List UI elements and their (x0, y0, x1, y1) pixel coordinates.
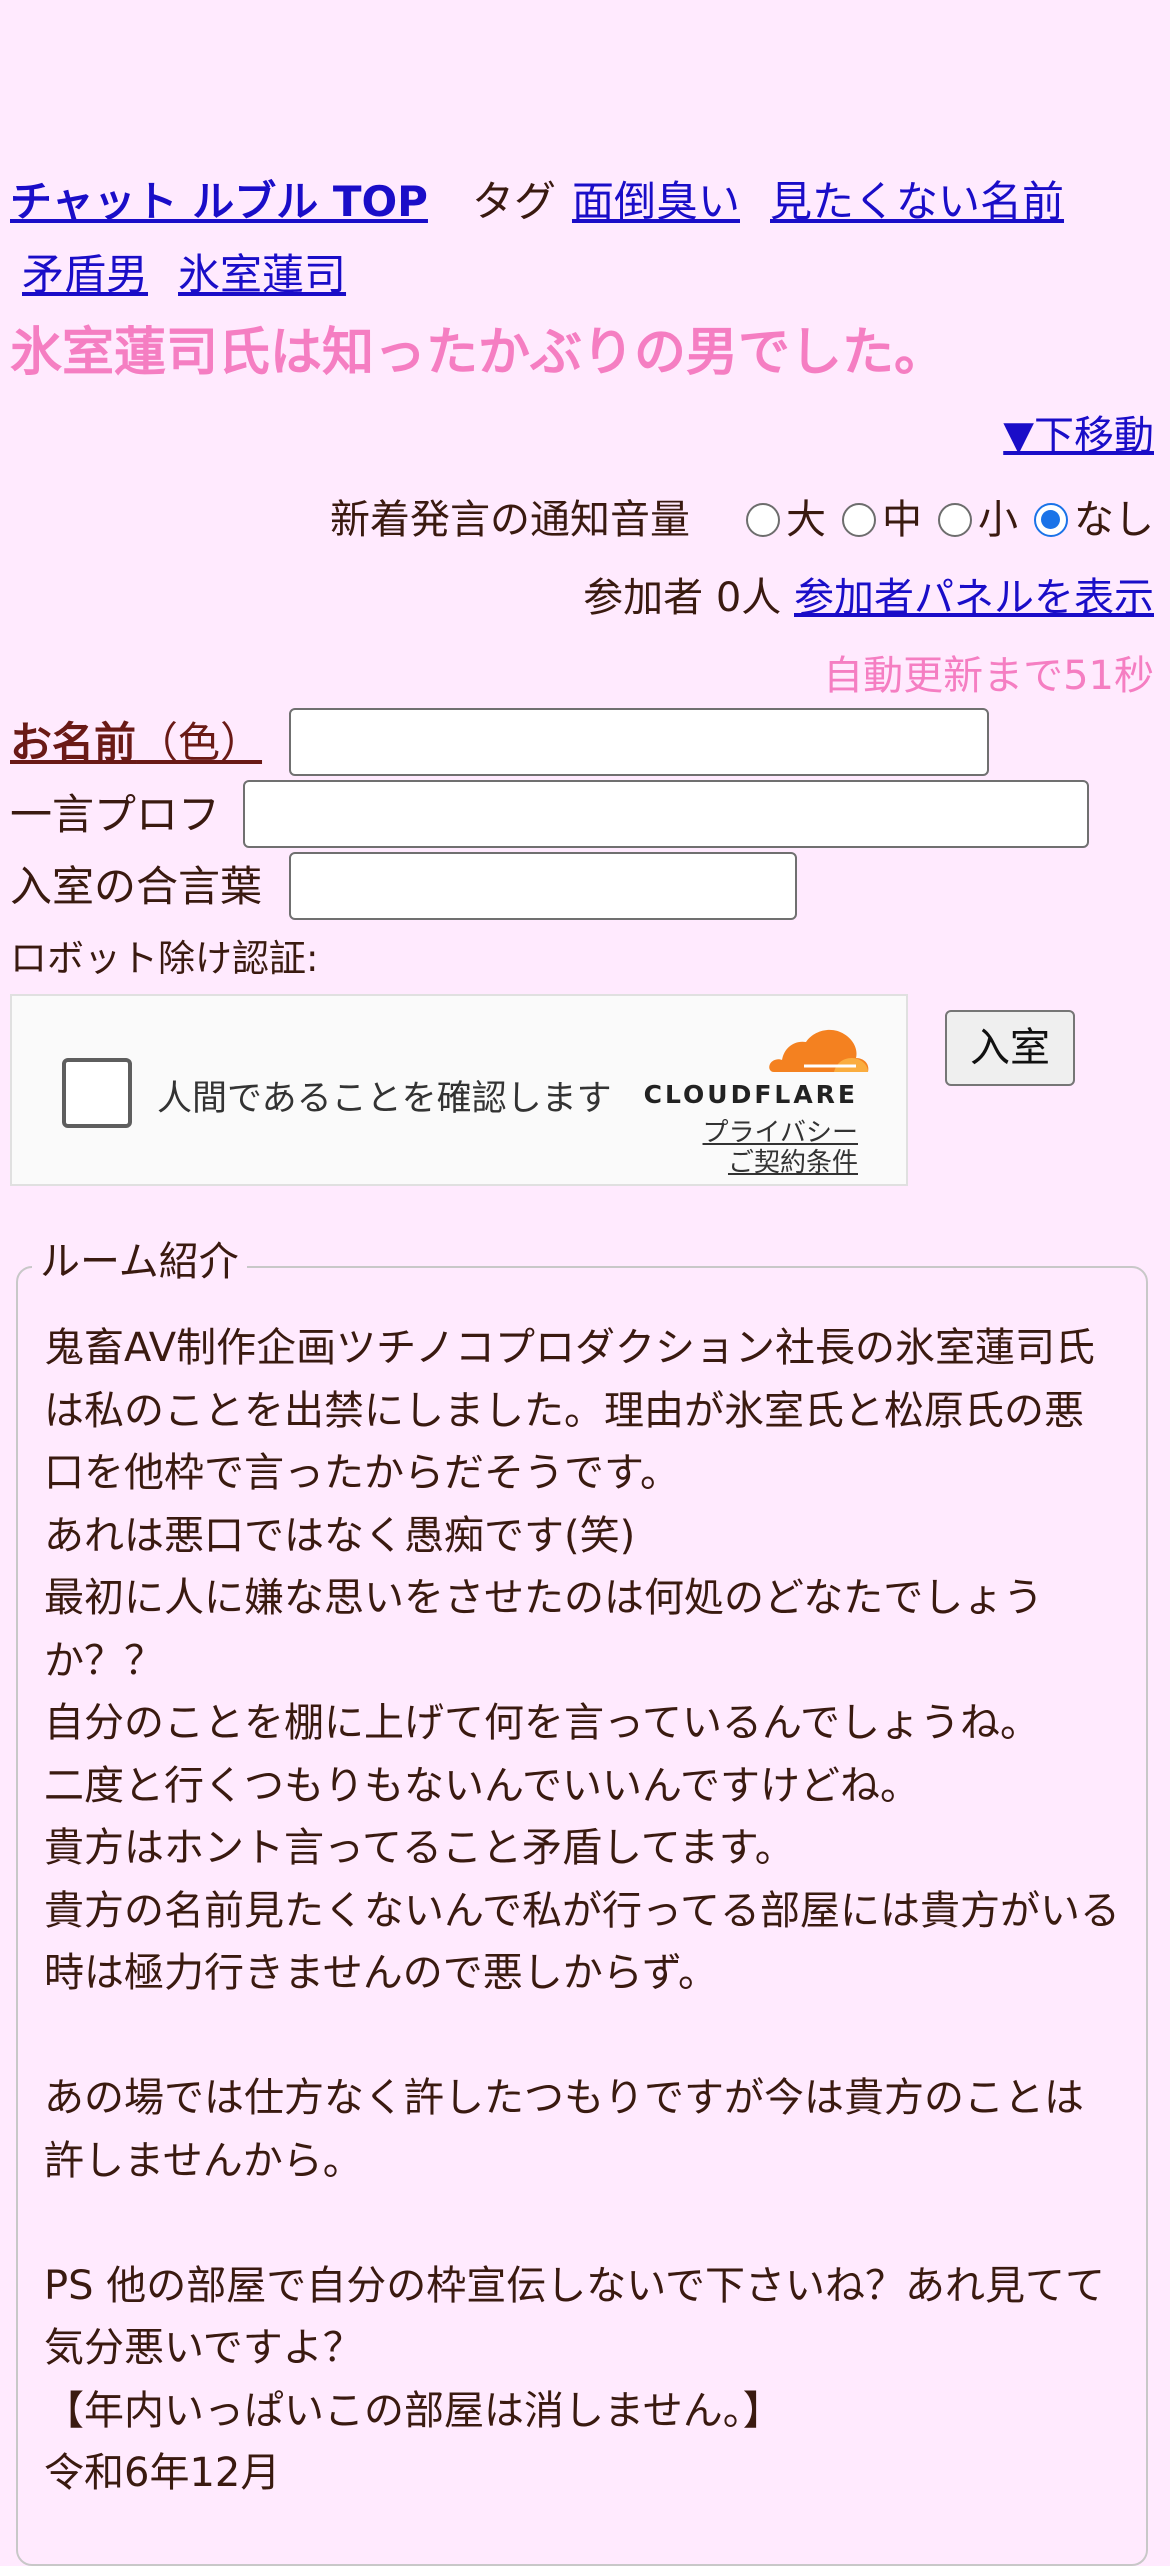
radio-volume-none[interactable] (1034, 503, 1068, 537)
profile-label: 一言プロフ (10, 790, 221, 839)
name-label-row: お名前（色） (10, 715, 262, 771)
nav-line-1: チャット ルブル TOP タグ 面倒臭い 見たくない名前 (10, 174, 1064, 230)
radio-label-medium: 中 (882, 497, 922, 543)
robot-check-label: ロボット除け認証: (10, 937, 319, 980)
room-intro-blank-line (44, 2005, 1120, 2068)
radio-label-small: 小 (978, 497, 1018, 543)
password-label: 入室の合言葉 (10, 862, 263, 911)
notify-volume-row: 新着発言の通知音量 大 中 小 なし (330, 492, 1154, 548)
name-input[interactable] (289, 708, 989, 776)
room-title: 氷室蓮司氏は知ったかぶりの男でした。 (10, 323, 947, 383)
tag-link-mendokusai[interactable]: 面倒臭い (572, 177, 740, 226)
enter-room-button[interactable]: 入室 (945, 1010, 1075, 1086)
password-input[interactable] (289, 852, 797, 920)
radio-label-large: 大 (786, 497, 826, 543)
notify-volume-label: 新着発言の通知音量 (330, 497, 690, 543)
nav-line-2: 矛盾男 氷室蓮司 (22, 247, 346, 303)
auto-update-countdown: 自動更新まで51秒 (823, 653, 1154, 699)
move-down-row: ▼下移動 (1003, 408, 1154, 464)
captcha-brand: CLOUDFLARE (643, 1080, 858, 1109)
room-intro-line: 自分のことを棚に上げて何を言っているんでしょうね。 (44, 1700, 1040, 1746)
radio-label-none: なし (1074, 497, 1154, 543)
room-intro-line: 鬼畜AV制作企画ツチノコプロダクション社長の氷室蓮司氏は私のことを出禁にしました… (44, 1325, 1095, 1496)
room-intro-legend: ルーム紹介 (32, 1234, 247, 1290)
top-link[interactable]: チャット ルブル TOP (10, 177, 428, 226)
cloudflare-logo-icon (769, 1029, 869, 1072)
captcha-widget: 人間であることを確認します CLOUDFLARE プライバシー ご契約条件 (10, 994, 908, 1186)
room-intro-line: あの場では仕方なく許したつもりですが今は貴方のことは許しませんから。 (44, 2075, 1084, 2184)
participant-panel-link[interactable]: 参加者パネルを表示 (794, 575, 1154, 621)
tag-link-himuro-renji[interactable]: 氷室蓮司 (178, 250, 346, 299)
radio-volume-large[interactable] (746, 503, 780, 537)
room-intro-line: 【年内いっぱいこの部屋は消しません。】 (44, 2387, 783, 2434)
radio-volume-small[interactable] (938, 503, 972, 537)
tag-link-mujun-otoko[interactable]: 矛盾男 (22, 250, 148, 299)
captcha-terms-link[interactable]: ご契約条件 (728, 1142, 858, 1179)
tag-link-mitakunai-namae[interactable]: 見たくない名前 (770, 177, 1064, 226)
room-intro-line: 貴方の名前見たくないんで私が行ってる部屋には貴方がいる時は極力行きませんので悪し… (44, 1887, 1120, 1997)
name-color-label: （色） (136, 718, 263, 767)
name-label[interactable]: お名前（色） (10, 718, 262, 767)
room-intro-line: あれは悪口ではなく愚痴です(笑) (44, 1512, 636, 1559)
room-intro-line: 貴方はホント言ってること矛盾してます。 (44, 1825, 795, 1871)
move-down-link[interactable]: ▼下移動 (1003, 413, 1154, 459)
room-intro-line: 二度と行くつもりもないんでいいんですけどね。 (44, 1762, 920, 1809)
radio-volume-medium[interactable] (842, 503, 876, 537)
tag-label: タグ (471, 177, 556, 226)
room-intro-body: 鬼畜AV制作企画ツチノコプロダクション社長の氷室蓮司氏は私のことを出禁にしました… (44, 1317, 1120, 2505)
participants-row: 参加者 0人 参加者パネルを表示 (583, 570, 1154, 626)
room-intro-line: PS 他の部屋で自分の枠宣伝しないで下さいね？あれ見てて気分悪いですよ？ (44, 2262, 1106, 2372)
room-intro-blank-line (44, 2192, 1120, 2255)
room-intro-line: 令和6年12月 (44, 2450, 281, 2496)
captcha-text: 人間であることを確認します (157, 1079, 612, 1119)
captcha-checkbox[interactable] (62, 1058, 132, 1128)
room-intro-line: 最初に人に嫌な思いをさせたのは何処のどなたでしょうか？？ (44, 1575, 1044, 1684)
participant-count: 参加者 0人 (583, 575, 782, 621)
profile-input[interactable] (243, 780, 1089, 848)
